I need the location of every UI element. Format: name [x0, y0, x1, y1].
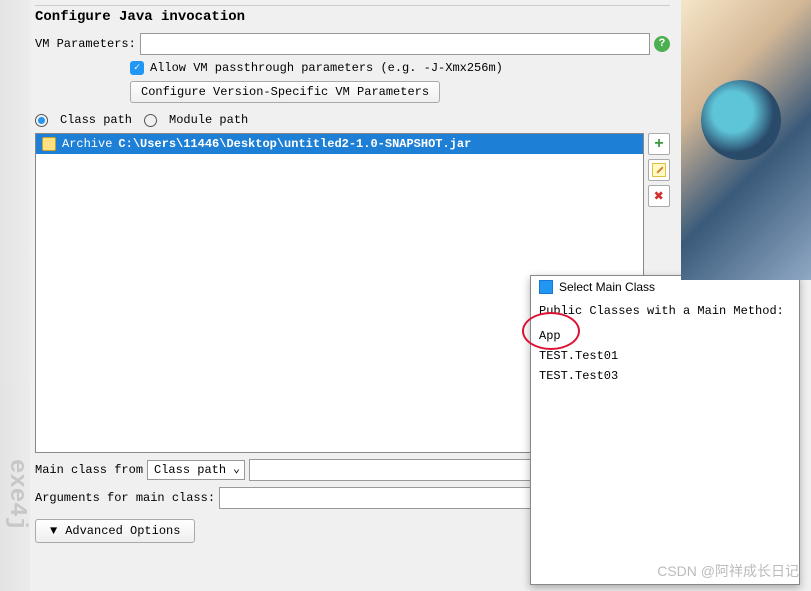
list-item[interactable]: TEST.Test03: [539, 366, 791, 386]
vm-parameters-label: VM Parameters:: [35, 37, 136, 51]
edit-icon: [652, 163, 666, 177]
archive-path: C:\Users\11446\Desktop\untitled2-1.0-SNA…: [118, 137, 471, 151]
modulepath-radio[interactable]: [144, 114, 157, 127]
plus-icon: +: [654, 135, 664, 153]
remove-button[interactable]: ✖: [648, 185, 670, 207]
classpath-radio-label: Class path: [60, 113, 132, 127]
avatar-image: [681, 0, 811, 280]
archive-label: Archive: [62, 137, 112, 151]
popup-class-list: App TEST.Test01 TEST.Test03: [531, 324, 799, 388]
allow-passthrough-label: Allow VM passthrough parameters (e.g. -J…: [150, 61, 503, 75]
popup-icon: [539, 280, 553, 294]
cross-icon: ✖: [654, 186, 664, 206]
chevron-down-icon: ▼: [50, 524, 57, 538]
edit-button[interactable]: [648, 159, 670, 181]
advanced-options-label: Advanced Options: [65, 524, 180, 538]
main-class-from-select[interactable]: Class path: [147, 460, 245, 480]
list-item[interactable]: TEST.Test01: [539, 346, 791, 366]
arguments-label: Arguments for main class:: [35, 491, 215, 505]
popup-subtitle: Public Classes with a Main Method:: [531, 298, 799, 324]
configure-version-button[interactable]: Configure Version-Specific VM Parameters: [130, 81, 440, 103]
allow-passthrough-checkbox[interactable]: ✓: [130, 61, 144, 75]
section-title: Configure Java invocation: [35, 5, 670, 28]
list-item[interactable]: App: [539, 326, 791, 346]
add-button[interactable]: +: [648, 133, 670, 155]
help-icon[interactable]: ?: [654, 36, 670, 52]
archive-icon: [42, 137, 56, 151]
popup-title: Select Main Class: [559, 280, 655, 294]
left-brand-sidebar: exe4j: [0, 0, 30, 591]
advanced-options-button[interactable]: ▼ Advanced Options: [35, 519, 195, 543]
csdn-watermark: CSDN @阿祥成长日记: [657, 561, 799, 581]
main-class-from-label: Main class from: [35, 463, 143, 477]
select-main-class-popup: Select Main Class Public Classes with a …: [530, 275, 800, 585]
list-item[interactable]: Archive C:\Users\11446\Desktop\untitled2…: [36, 134, 643, 154]
modulepath-radio-label: Module path: [169, 113, 248, 127]
vm-parameters-input[interactable]: [140, 33, 650, 55]
classpath-radio[interactable]: [35, 114, 48, 127]
